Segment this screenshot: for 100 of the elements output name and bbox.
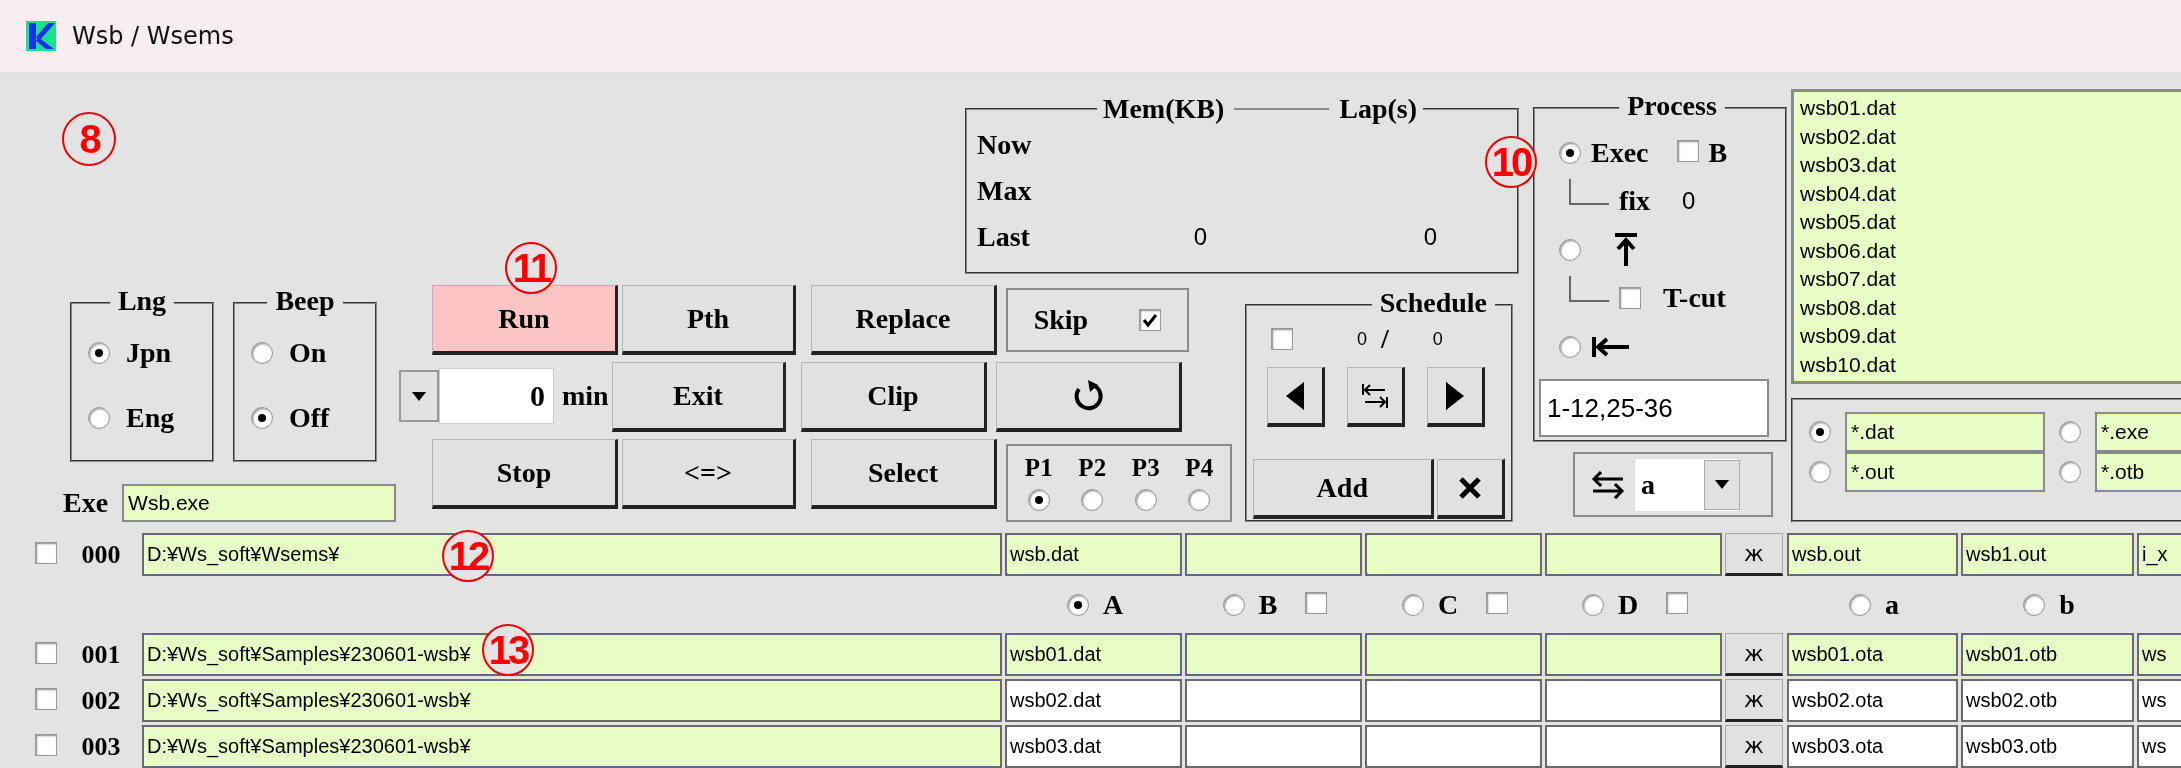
previous-button[interactable] [1267, 367, 1325, 427]
file-item[interactable]: wsb02.dat [1800, 122, 2181, 151]
table-cell[interactable]: wsb03.ota [1787, 725, 1958, 768]
table-cell[interactable]: wsb.dat [1005, 533, 1182, 576]
radio-button[interactable] [1081, 488, 1104, 511]
radio-button[interactable] [1559, 238, 1581, 261]
radio-button[interactable] [88, 342, 110, 365]
radio-button[interactable] [1559, 335, 1581, 358]
radio-button[interactable] [1809, 421, 1831, 443]
checkbox[interactable] [35, 733, 57, 756]
action-button[interactable]: Replace [811, 285, 997, 355]
table-cell[interactable]: wsb03.dat [1005, 725, 1182, 768]
file-item[interactable]: wsb10.dat [1800, 350, 2181, 379]
checkbox[interactable] [35, 687, 57, 710]
radio-button[interactable] [2059, 461, 2081, 483]
next-button[interactable] [1427, 367, 1485, 427]
radio-button[interactable] [1066, 593, 1089, 616]
action-button[interactable]: Stop [432, 439, 618, 509]
radio-button[interactable] [1222, 593, 1245, 616]
radio-button[interactable] [1849, 593, 1871, 616]
table-cell[interactable] [1185, 533, 1362, 576]
file-item[interactable]: wsb07.dat [1800, 265, 2181, 294]
option-label: B [1708, 136, 1728, 169]
table-cell[interactable]: wsb01.ota [1787, 633, 1958, 676]
refresh-button[interactable] [996, 362, 1182, 432]
dropdown-button[interactable] [399, 370, 439, 422]
filter-field[interactable]: *.exe [2095, 412, 2181, 452]
table-cell[interactable] [1545, 533, 1722, 576]
exe-field[interactable]: Wsb.exe [122, 484, 397, 522]
path-field[interactable]: D:¥Ws_soft¥Samples¥230601-wsb¥ [142, 679, 1002, 722]
file-item[interactable]: wsb03.dat [1800, 151, 2181, 180]
table-cell[interactable]: ws [2137, 633, 2181, 676]
row-button[interactable]: ж [1725, 725, 1783, 768]
file-item[interactable]: wsb06.dat [1800, 236, 2181, 265]
action-button[interactable]: Clip [801, 362, 987, 432]
table-cell[interactable] [1365, 679, 1542, 722]
table-cell[interactable]: wsb03.otb [1961, 725, 2134, 768]
checkbox[interactable] [35, 541, 57, 564]
row-button[interactable]: ж [1725, 679, 1783, 722]
file-item[interactable]: wsb08.dat [1800, 293, 2181, 322]
delete-button[interactable] [1436, 459, 1505, 519]
checkbox[interactable] [1139, 309, 1162, 331]
checkbox[interactable] [1666, 591, 1689, 614]
table-cell[interactable]: wsb01.otb [1961, 633, 2134, 676]
table-cell[interactable]: wsb01.dat [1005, 633, 1182, 676]
radio-button[interactable] [2059, 421, 2081, 443]
radio-button[interactable] [251, 406, 273, 429]
table-cell[interactable] [1365, 725, 1542, 768]
table-cell[interactable]: i_x [2137, 533, 2181, 576]
file-item[interactable]: wsb04.dat [1800, 179, 2181, 208]
file-item[interactable]: wsb01.dat [1800, 94, 2181, 123]
table-cell[interactable] [1365, 533, 1542, 576]
checkbox[interactable] [1305, 591, 1328, 614]
range-field[interactable]: 1-12,25-36 [1539, 379, 1769, 437]
checkbox[interactable] [1486, 591, 1509, 614]
table-cell[interactable]: ws [2137, 679, 2181, 722]
radio-button[interactable] [2023, 593, 2046, 616]
file-item[interactable]: wsb09.dat [1800, 322, 2181, 351]
checkbox[interactable] [35, 641, 57, 664]
row-button[interactable]: ж [1725, 633, 1783, 676]
action-button[interactable]: <=> [622, 439, 796, 509]
table-cell[interactable] [1545, 725, 1722, 768]
table-cell[interactable]: wsb02.dat [1005, 679, 1182, 722]
row-button[interactable]: ж [1725, 533, 1783, 576]
interval-field[interactable]: 0 [439, 368, 554, 424]
table-cell[interactable] [1185, 679, 1362, 722]
table-cell[interactable] [1185, 725, 1362, 768]
checkbox[interactable] [1271, 328, 1293, 350]
checkbox[interactable] [1619, 287, 1641, 309]
file-item[interactable]: wsb05.dat [1800, 208, 2181, 237]
radio-button[interactable] [1559, 141, 1581, 164]
path-field[interactable]: D:¥Ws_soft¥Samples¥230601-wsb¥ [142, 725, 1002, 768]
table-cell[interactable]: wsb.out [1787, 533, 1958, 576]
table-cell[interactable] [1545, 633, 1722, 676]
table-cell[interactable] [1365, 633, 1542, 676]
filter-field[interactable]: *.otb [2095, 452, 2181, 492]
swap-dropdown[interactable]: a [1635, 458, 1740, 511]
action-button[interactable]: Pth [622, 285, 796, 355]
action-button[interactable]: Exit [612, 362, 786, 432]
action-button[interactable]: Select [811, 439, 997, 509]
table-cell[interactable]: wsb02.ota [1787, 679, 1958, 722]
filter-field[interactable]: *.dat [1845, 412, 2045, 452]
radio-button[interactable] [1809, 461, 1831, 483]
table-cell[interactable]: ws [2137, 725, 2181, 768]
radio-button[interactable] [1027, 488, 1050, 511]
radio-button[interactable] [1581, 593, 1604, 616]
table-cell[interactable] [1185, 633, 1362, 676]
add-button[interactable]: Add [1253, 459, 1434, 519]
action-button[interactable]: Run [432, 285, 618, 355]
checkbox[interactable] [1676, 139, 1699, 162]
jump-button[interactable] [1347, 367, 1405, 427]
radio-button[interactable] [1134, 488, 1157, 511]
radio-button[interactable] [1188, 488, 1211, 511]
radio-button[interactable] [251, 342, 273, 365]
filter-field[interactable]: *.out [1845, 452, 2045, 492]
table-cell[interactable]: wsb02.otb [1961, 679, 2134, 722]
radio-button[interactable] [1401, 593, 1424, 616]
radio-button[interactable] [88, 406, 110, 429]
table-cell[interactable]: wsb1.out [1961, 533, 2134, 576]
table-cell[interactable] [1545, 679, 1722, 722]
